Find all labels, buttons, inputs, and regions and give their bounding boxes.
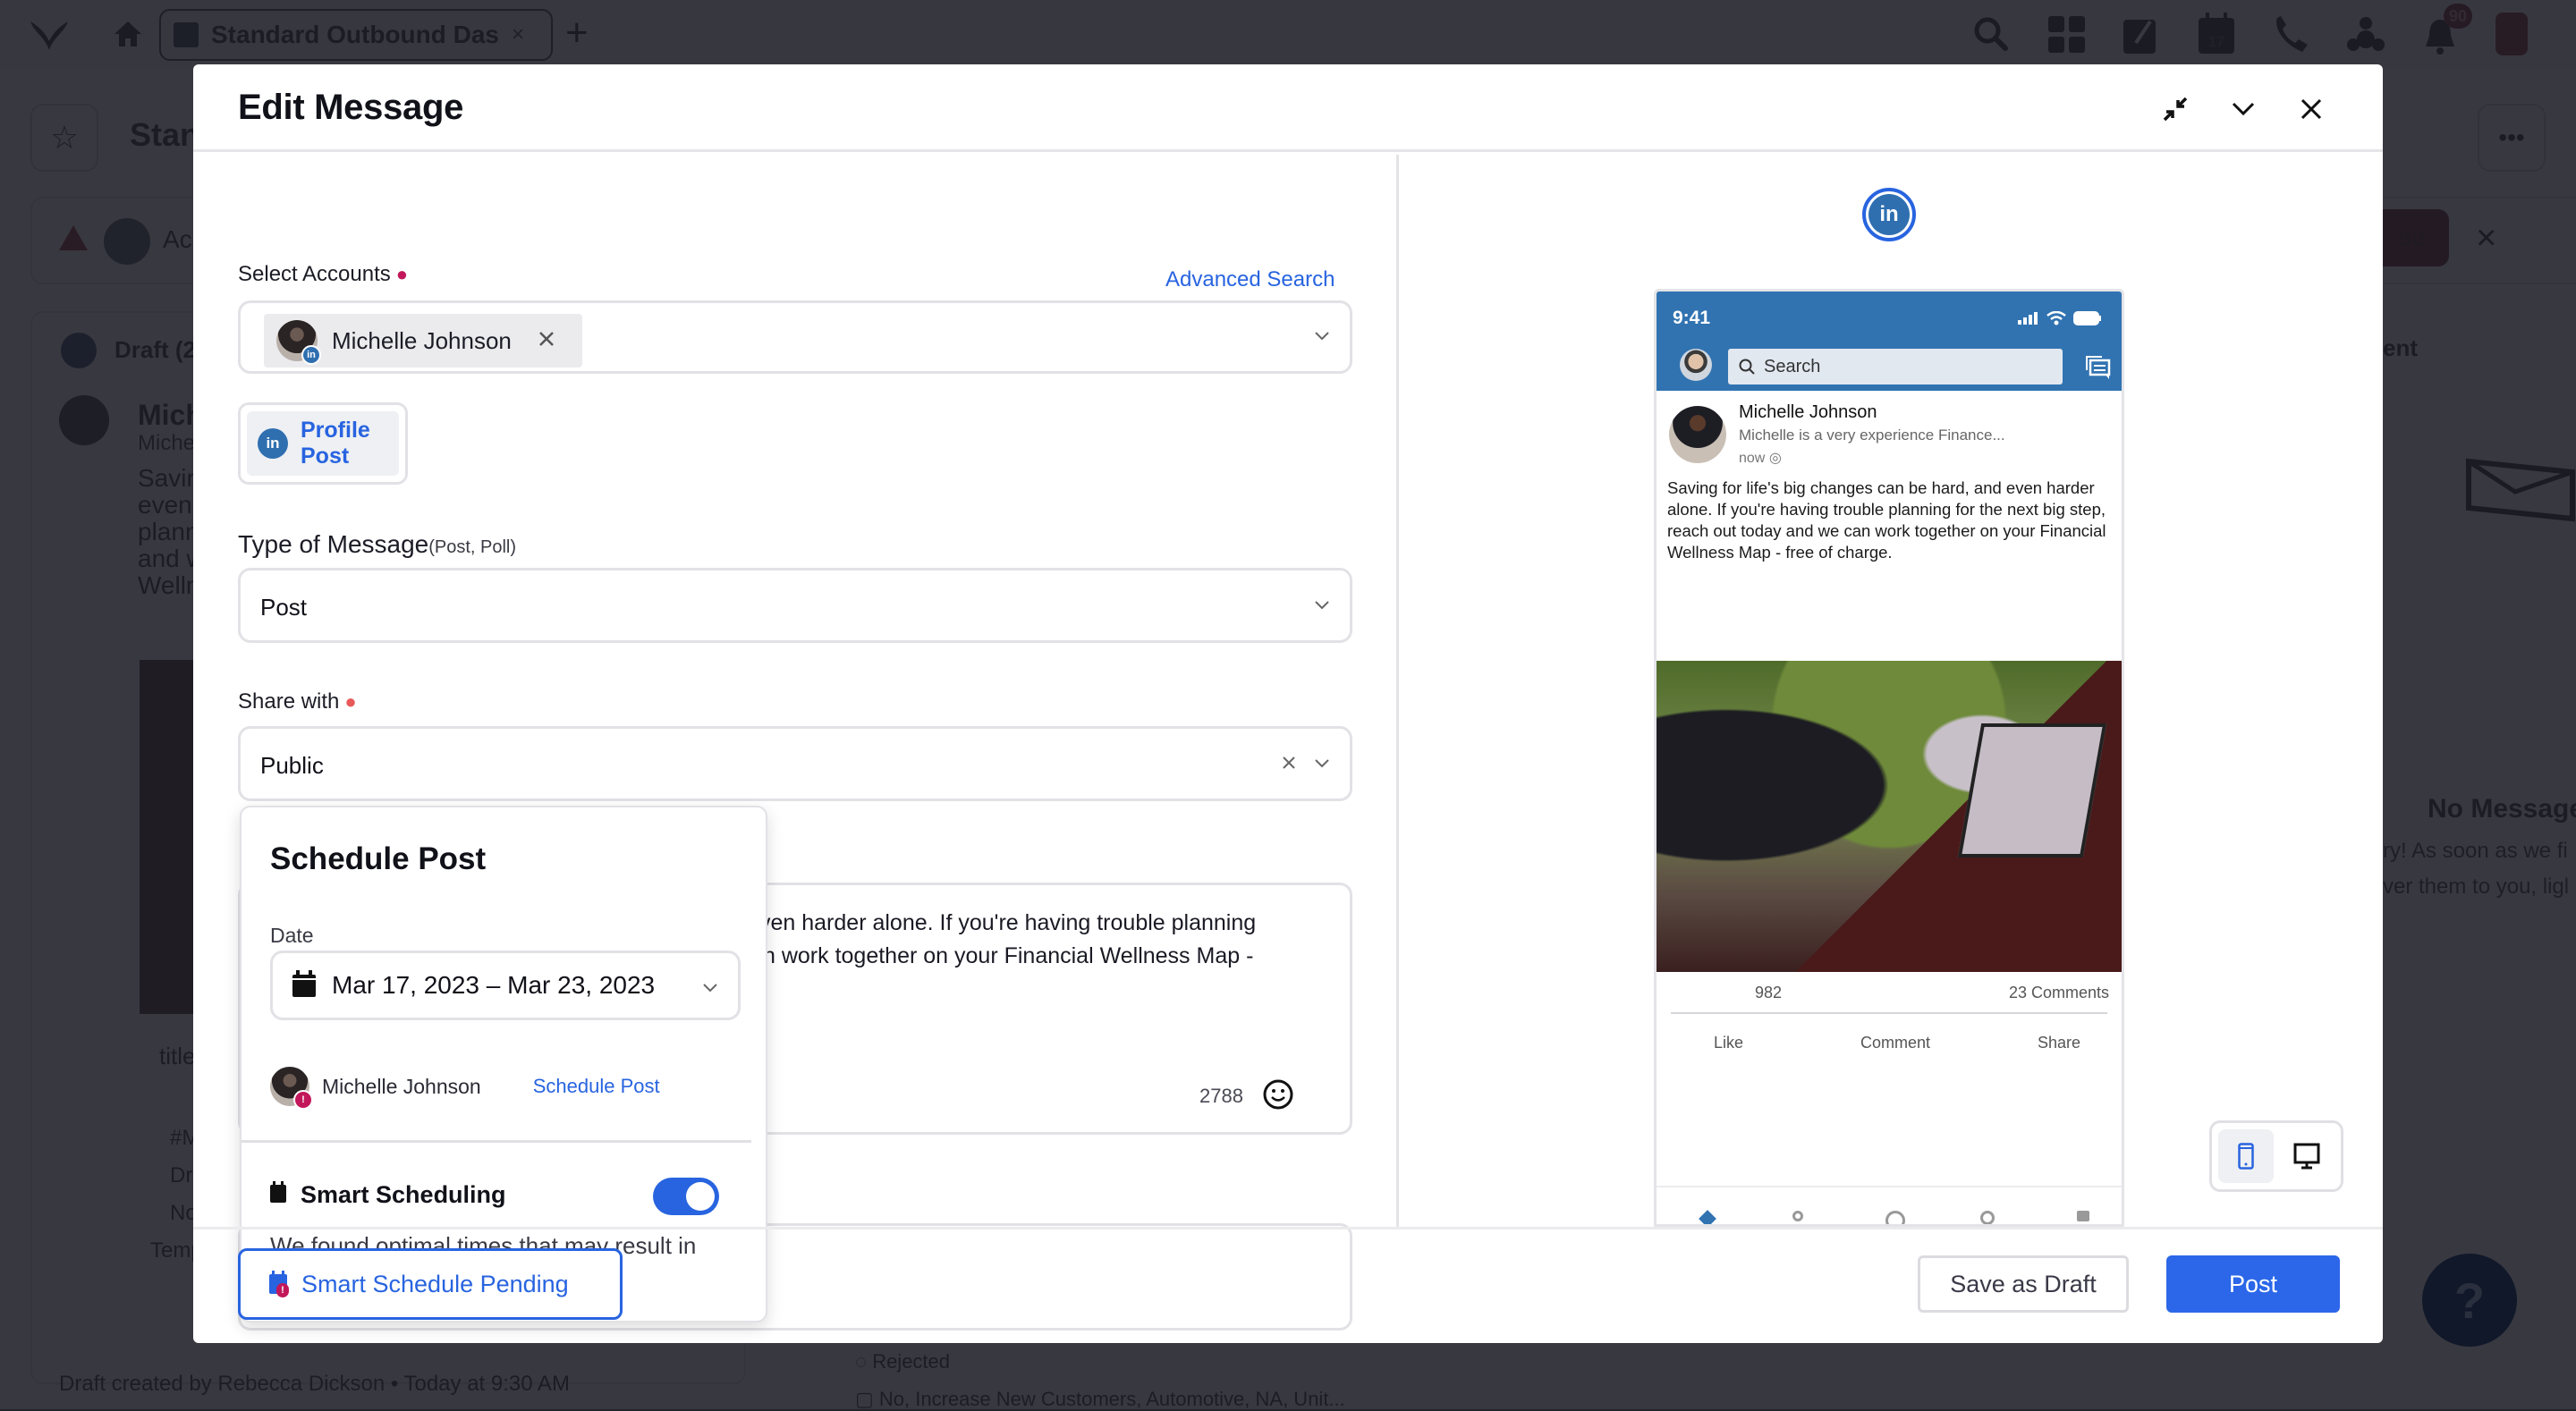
reaction-count: 982 [1755,984,1782,1002]
emoji-icon[interactable] [1262,1078,1294,1115]
divider [242,1140,751,1143]
network-nav-icon [1792,1211,1803,1221]
calendar-warning-icon: ! [269,1271,289,1297]
schedule-account-name: Michelle Johnson [322,1075,481,1099]
compose-pane: Select Accounts● Advanced Search in Mich… [193,155,1396,1227]
viewer-avatar [1680,349,1712,381]
advanced-search-link[interactable]: Advanced Search [1165,267,1335,292]
message-type-value: Post [260,594,307,621]
share-with-label: Share with● [238,689,357,714]
desktop-preview-button[interactable] [2279,1129,2334,1183]
post-button[interactable]: Post [2166,1255,2340,1313]
clear-icon[interactable] [1282,756,1296,770]
select-accounts-label: Select Accounts● [238,262,408,287]
save-as-draft-button[interactable]: Save as Draft [1918,1255,2129,1313]
preview-header: 9:41 Search [1657,291,2122,391]
schedule-account-row: ! Michelle Johnson Schedule Post [270,1060,741,1113]
post-body: Saving for life's big changes can be har… [1667,477,2114,563]
date-label: Date [270,924,314,948]
post-author-name: Michelle Johnson [1739,402,1877,423]
edit-message-modal: Edit Message Select Accounts● Advanced S… [193,64,2383,1343]
like-action: Like [1714,1034,1743,1052]
required-indicator: ● [396,263,408,285]
message-text-line-2: n work together on your Financial Wellne… [763,940,1253,973]
search-icon [1739,359,1755,375]
smart-scheduling-toggle[interactable] [653,1178,719,1215]
remove-account-icon[interactable] [538,331,555,351]
message-type-label: Type of Message(Post, Poll) [238,530,516,559]
message-text-line-1: ven harder alone. If you're having troub… [759,907,1256,940]
modal-header: Edit Message [193,64,2383,152]
account-name: Michelle Johnson [332,327,512,355]
calendar-icon [270,1181,286,1209]
popover-title: Schedule Post [270,841,486,877]
device-preview-toggle [2209,1120,2343,1192]
account-avatar: in [276,320,318,361]
mobile-preview-button[interactable] [2218,1129,2274,1183]
account-avatar: ! [270,1067,309,1106]
message-type-select[interactable]: Post [238,568,1352,643]
profile-post-label: Profile Post [301,418,399,469]
linkedin-icon: in [258,428,288,459]
jobs-nav-icon [2077,1211,2089,1221]
modal-title: Edit Message [238,88,463,128]
post-nav-icon [1885,1211,1905,1227]
signal-icon [2018,312,2039,325]
chevron-down-icon [1314,328,1330,344]
comment-count: 23 Comments [2009,984,2109,1002]
accounts-select[interactable]: in Michelle Johnson [238,300,1352,374]
desktop-icon [2293,1143,2320,1170]
smart-scheduling-title: Smart Scheduling [270,1181,506,1209]
required-indicator: ● [344,690,356,713]
minimize-icon[interactable] [2157,91,2193,127]
linkedin-mobile-preview: 9:41 Search Michelle Johnson Michelle is… [1654,289,2124,1227]
schedule-post-link[interactable]: Schedule Post [533,1075,660,1098]
character-count: 2788 [1199,1085,1243,1108]
mobile-icon [2238,1143,2254,1170]
divider [1671,1012,2107,1014]
footer-divider [193,1227,2383,1229]
status-icons [2018,311,2102,325]
schedule-post-popover: Schedule Post Date Mar 17, 2023 – Mar 23… [240,806,767,1322]
notifications-nav-icon [1980,1211,1995,1225]
linkedin-badge-icon: in [301,345,321,365]
date-range-value: Mar 17, 2023 – Mar 23, 2023 [332,971,655,1000]
globe-icon: ◎ [1769,451,1782,466]
chevron-down-icon [1314,756,1330,772]
smart-schedule-pending-button[interactable]: ! Smart Schedule Pending [238,1248,623,1320]
messaging-icon [2084,354,2111,385]
battery-icon [2073,311,2102,325]
status-time: 9:41 [1673,308,1710,329]
profile-post-chip[interactable]: in Profile Post [238,402,408,485]
bottom-nav-divider [1657,1186,2122,1187]
share-with-select[interactable]: Public [238,726,1352,801]
warning-badge-icon: ! [293,1090,313,1110]
comment-action: Comment [1860,1034,1930,1052]
post-author-avatar [1669,406,1726,463]
laptop-illustration [1958,723,2106,858]
help-button[interactable]: ? [2422,1254,2517,1347]
post-time: now ◎ [1739,449,1782,467]
bottom-nav-icons [1657,1209,2122,1227]
wifi-icon [2046,311,2066,325]
selected-account-chip: in Michelle Johnson [264,314,582,368]
post-image [1657,661,2122,972]
preview-search-bar: Search [1728,349,2063,384]
close-icon[interactable] [2293,91,2329,127]
pane-divider [1396,155,1399,1227]
home-nav-icon [1699,1210,1716,1227]
smart-schedule-pending-label: Smart Schedule Pending [301,1271,569,1298]
linkedin-network-icon[interactable]: in [1862,188,1916,241]
post-author-headline: Michelle is a very experience Finance... [1739,427,2005,444]
collapse-chevron-icon[interactable] [2225,91,2261,127]
chevron-down-icon [702,980,718,996]
share-action: Share [2038,1034,2080,1052]
chevron-down-icon [1314,597,1330,613]
share-with-value: Public [260,752,324,780]
calendar-icon [292,970,316,1001]
date-range-picker[interactable]: Mar 17, 2023 – Mar 23, 2023 [270,951,741,1020]
